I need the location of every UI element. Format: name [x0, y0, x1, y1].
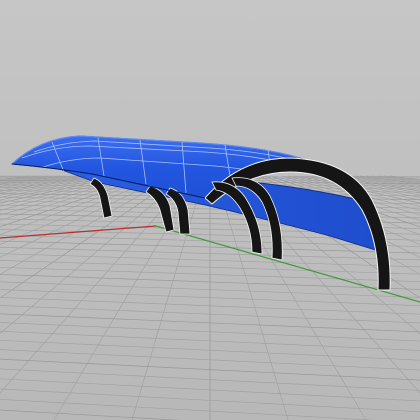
viewport-canvas[interactable] [0, 0, 420, 420]
viewport-perspective[interactable] [0, 0, 420, 420]
